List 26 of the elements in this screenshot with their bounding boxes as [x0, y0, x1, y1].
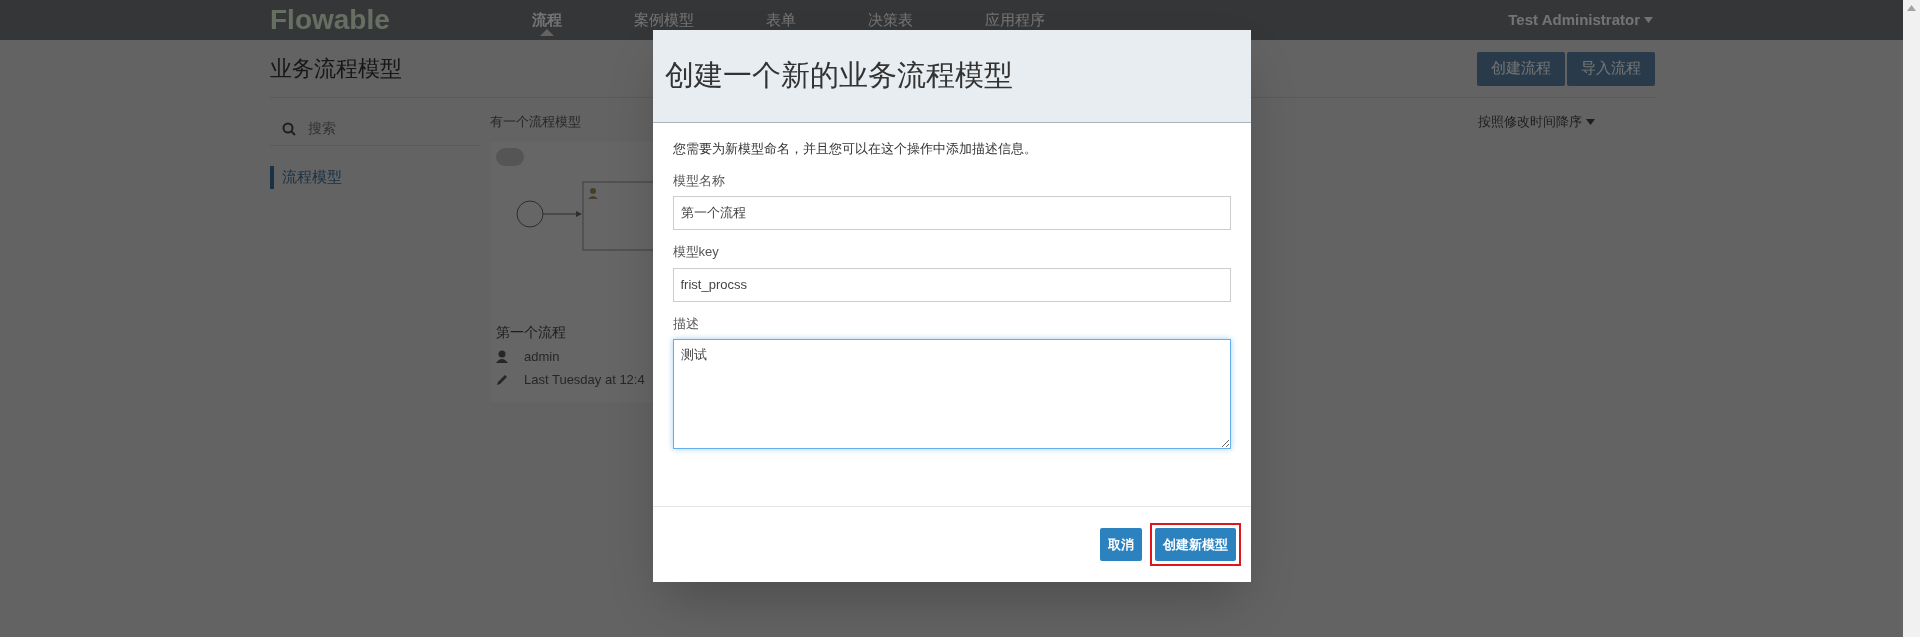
field-label: 模型名称: [672, 171, 726, 190]
dialog-button[interactable]: 创建新模型: [1154, 528, 1236, 561]
description-field[interactable]: 测试: [672, 339, 1231, 449]
active-tab-indicator: [540, 29, 554, 36]
caret-icon: [1586, 118, 1595, 125]
action-button[interactable]: 创建流程: [1477, 51, 1565, 86]
field-label: 模型key: [672, 243, 720, 261]
model-modified: Last Tuesday at 12:4: [524, 371, 645, 389]
model-author: admin: [524, 347, 560, 366]
field-label: 描述: [672, 314, 700, 333]
dialog-button[interactable]: 取消: [1099, 528, 1142, 561]
sidebar-item[interactable]: 流程模型: [270, 166, 480, 189]
caret-icon: [1644, 17, 1653, 23]
action-button[interactable]: 导入流程: [1567, 51, 1655, 86]
pencil-icon: [496, 373, 508, 386]
scroll-up-icon[interactable]: [1907, 5, 1916, 11]
search-icon: [282, 121, 296, 136]
scrollbar[interactable]: [1903, 0, 1920, 637]
dialog-title: 创建一个新的业务流程模型: [664, 58, 1013, 94]
text-field[interactable]: 第一个流程: [672, 196, 1231, 230]
sort-label: 按照修改时间降序: [1478, 113, 1582, 131]
text-field[interactable]: frist_procss: [672, 267, 1231, 302]
page-title: 业务流程模型: [270, 55, 402, 83]
user-icon: [496, 349, 508, 363]
model-name: 第一个流程: [496, 322, 566, 342]
sort-dropdown[interactable]: 按照修改时间降序: [1478, 112, 1595, 132]
